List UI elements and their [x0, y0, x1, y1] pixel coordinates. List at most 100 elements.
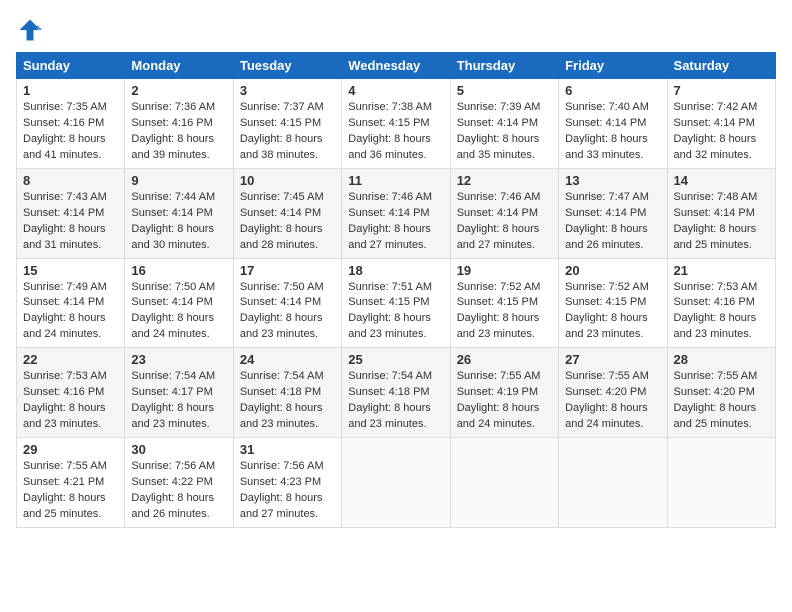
day-info: Sunrise: 7:45 AM Sunset: 4:14 PM Dayligh… [240, 190, 335, 254]
day-info: Sunrise: 7:55 AM Sunset: 4:21 PM Dayligh… [23, 459, 118, 523]
calendar-cell: 19Sunrise: 7:52 AM Sunset: 4:15 PM Dayli… [450, 258, 558, 348]
day-number: 14 [674, 173, 769, 188]
day-number: 27 [565, 352, 660, 367]
weekday-header-wednesday: Wednesday [342, 53, 450, 79]
day-info: Sunrise: 7:53 AM Sunset: 4:16 PM Dayligh… [23, 369, 118, 433]
calendar-cell: 12Sunrise: 7:46 AM Sunset: 4:14 PM Dayli… [450, 168, 558, 258]
day-number: 13 [565, 173, 660, 188]
calendar-cell: 31 Sunrise: 7:56 AM Sunset: 4:23 PM Dayli… [233, 438, 341, 528]
day-number: 26 [457, 352, 552, 367]
day-number: 20 [565, 263, 660, 278]
day-info: Sunrise: 7:55 AM Sunset: 4:20 PM Dayligh… [565, 369, 660, 433]
calendar-cell: 10 Sunrise: 7:45 AM Sunset: 4:14 PM Dayli… [233, 168, 341, 258]
day-info: Sunrise: 7:37 AM Sunset: 4:15 PM Dayligh… [240, 100, 335, 164]
calendar-cell: 13 Sunrise: 7:47 AM Sunset: 4:14 PM Dayli… [559, 168, 667, 258]
day-number: 29 [23, 442, 118, 457]
day-number: 15 [23, 263, 118, 278]
day-number: 4 [348, 83, 443, 98]
day-number: 17 [240, 263, 335, 278]
day-info: Sunrise: 7:50 AM Sunset: 4:14 PM Dayligh… [240, 280, 335, 344]
day-number: 22 [23, 352, 118, 367]
calendar-cell: 22 Sunrise: 7:53 AM Sunset: 4:16 PM Dayli… [17, 348, 125, 438]
weekday-header-row: SundayMondayTuesdayWednesdayThursdayFrid… [17, 53, 776, 79]
weekday-header-saturday: Saturday [667, 53, 775, 79]
day-info: Sunrise: 7:38 AM Sunset: 4:15 PM Dayligh… [348, 100, 443, 164]
page-header [16, 16, 776, 44]
day-info: Sunrise: 7:48 AM Sunset: 4:14 PM Dayligh… [674, 190, 769, 254]
day-info: Sunrise: 7:50 AM Sunset: 4:14 PM Dayligh… [131, 280, 226, 344]
day-number: 31 [240, 442, 335, 457]
calendar-cell: 23 Sunrise: 7:54 AM Sunset: 4:17 PM Dayli… [125, 348, 233, 438]
day-number: 8 [23, 173, 118, 188]
calendar-cell: 1 Sunrise: 7:35 AM Sunset: 4:16 PM Daylig… [17, 79, 125, 169]
weekday-header-sunday: Sunday [17, 53, 125, 79]
weekday-header-tuesday: Tuesday [233, 53, 341, 79]
calendar-cell: 15Sunrise: 7:49 AM Sunset: 4:14 PM Dayli… [17, 258, 125, 348]
calendar-cell: 25 Sunrise: 7:54 AM Sunset: 4:18 PM Dayli… [342, 348, 450, 438]
day-info: Sunrise: 7:43 AM Sunset: 4:14 PM Dayligh… [23, 190, 118, 254]
day-number: 19 [457, 263, 552, 278]
calendar-week-row: 22 Sunrise: 7:53 AM Sunset: 4:16 PM Dayli… [17, 348, 776, 438]
calendar-cell: 17 Sunrise: 7:50 AM Sunset: 4:14 PM Dayli… [233, 258, 341, 348]
day-info: Sunrise: 7:56 AM Sunset: 4:22 PM Dayligh… [131, 459, 226, 523]
calendar-week-row: 1 Sunrise: 7:35 AM Sunset: 4:16 PM Daylig… [17, 79, 776, 169]
day-number: 9 [131, 173, 226, 188]
day-number: 18 [348, 263, 443, 278]
calendar-cell: 20 Sunrise: 7:52 AM Sunset: 4:15 PM Dayli… [559, 258, 667, 348]
calendar-cell [559, 438, 667, 528]
day-number: 12 [457, 173, 552, 188]
day-info: Sunrise: 7:40 AM Sunset: 4:14 PM Dayligh… [565, 100, 660, 164]
calendar-cell: 29 Sunrise: 7:55 AM Sunset: 4:21 PM Dayli… [17, 438, 125, 528]
calendar-cell: 14 Sunrise: 7:48 AM Sunset: 4:14 PM Dayli… [667, 168, 775, 258]
day-info: Sunrise: 7:44 AM Sunset: 4:14 PM Dayligh… [131, 190, 226, 254]
calendar-cell: 27 Sunrise: 7:55 AM Sunset: 4:20 PM Dayli… [559, 348, 667, 438]
calendar-week-row: 8 Sunrise: 7:43 AM Sunset: 4:14 PM Daylig… [17, 168, 776, 258]
day-number: 3 [240, 83, 335, 98]
day-number: 10 [240, 173, 335, 188]
day-number: 7 [674, 83, 769, 98]
calendar-week-row: 15Sunrise: 7:49 AM Sunset: 4:14 PM Dayli… [17, 258, 776, 348]
day-number: 11 [348, 173, 443, 188]
weekday-header-monday: Monday [125, 53, 233, 79]
calendar-cell: 3 Sunrise: 7:37 AM Sunset: 4:15 PM Daylig… [233, 79, 341, 169]
weekday-header-friday: Friday [559, 53, 667, 79]
calendar-cell: 30 Sunrise: 7:56 AM Sunset: 4:22 PM Dayli… [125, 438, 233, 528]
calendar-cell: 6 Sunrise: 7:40 AM Sunset: 4:14 PM Daylig… [559, 79, 667, 169]
calendar-cell [667, 438, 775, 528]
day-number: 16 [131, 263, 226, 278]
day-number: 23 [131, 352, 226, 367]
calendar-cell [450, 438, 558, 528]
calendar-cell: 16 Sunrise: 7:50 AM Sunset: 4:14 PM Dayli… [125, 258, 233, 348]
calendar-cell: 11 Sunrise: 7:46 AM Sunset: 4:14 PM Dayli… [342, 168, 450, 258]
day-info: Sunrise: 7:56 AM Sunset: 4:23 PM Dayligh… [240, 459, 335, 523]
day-info: Sunrise: 7:46 AM Sunset: 4:14 PM Dayligh… [348, 190, 443, 254]
day-info: Sunrise: 7:52 AM Sunset: 4:15 PM Dayligh… [565, 280, 660, 344]
calendar-cell: 21Sunrise: 7:53 AM Sunset: 4:16 PM Dayli… [667, 258, 775, 348]
day-info: Sunrise: 7:51 AM Sunset: 4:15 PM Dayligh… [348, 280, 443, 344]
day-number: 6 [565, 83, 660, 98]
calendar-cell: 26 Sunrise: 7:55 AM Sunset: 4:19 PM Dayli… [450, 348, 558, 438]
calendar: SundayMondayTuesdayWednesdayThursdayFrid… [16, 52, 776, 528]
day-info: Sunrise: 7:54 AM Sunset: 4:18 PM Dayligh… [348, 369, 443, 433]
day-info: Sunrise: 7:53 AM Sunset: 4:16 PM Dayligh… [674, 280, 769, 344]
weekday-header-thursday: Thursday [450, 53, 558, 79]
calendar-cell: 7 Sunrise: 7:42 AM Sunset: 4:14 PM Daylig… [667, 79, 775, 169]
logo-icon [16, 16, 44, 44]
day-info: Sunrise: 7:42 AM Sunset: 4:14 PM Dayligh… [674, 100, 769, 164]
day-info: Sunrise: 7:35 AM Sunset: 4:16 PM Dayligh… [23, 100, 118, 164]
day-info: Sunrise: 7:54 AM Sunset: 4:17 PM Dayligh… [131, 369, 226, 433]
day-number: 2 [131, 83, 226, 98]
calendar-cell: 5Sunrise: 7:39 AM Sunset: 4:14 PM Daylig… [450, 79, 558, 169]
day-number: 28 [674, 352, 769, 367]
day-number: 30 [131, 442, 226, 457]
calendar-cell: 2Sunrise: 7:36 AM Sunset: 4:16 PM Daylig… [125, 79, 233, 169]
day-info: Sunrise: 7:55 AM Sunset: 4:20 PM Dayligh… [674, 369, 769, 433]
logo [16, 16, 48, 44]
day-number: 25 [348, 352, 443, 367]
calendar-cell: 9 Sunrise: 7:44 AM Sunset: 4:14 PM Daylig… [125, 168, 233, 258]
day-number: 1 [23, 83, 118, 98]
calendar-cell: 8 Sunrise: 7:43 AM Sunset: 4:14 PM Daylig… [17, 168, 125, 258]
day-info: Sunrise: 7:55 AM Sunset: 4:19 PM Dayligh… [457, 369, 552, 433]
day-info: Sunrise: 7:47 AM Sunset: 4:14 PM Dayligh… [565, 190, 660, 254]
calendar-cell [342, 438, 450, 528]
